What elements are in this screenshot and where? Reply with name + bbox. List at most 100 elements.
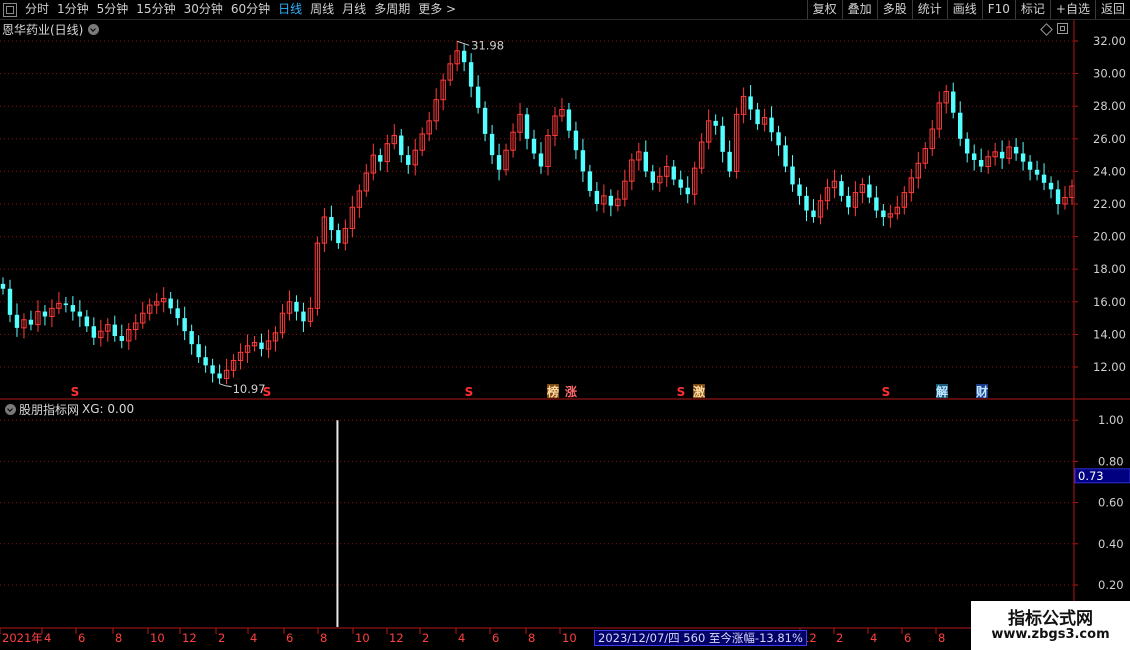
event-marker: 涨 [565, 384, 577, 399]
date-tick-label: 8 [938, 631, 945, 645]
candle-body [182, 318, 187, 332]
date-tick-label: 6 [78, 631, 85, 645]
candle-body [587, 171, 593, 191]
candle-body [650, 171, 655, 183]
candle-body [608, 195, 614, 206]
event-marker: 解 [936, 384, 948, 399]
candle-body [776, 132, 781, 146]
candle-body [748, 96, 753, 110]
candle-body [28, 319, 34, 325]
candle-body [1048, 182, 1054, 190]
date-tick-label: 8 [528, 631, 535, 645]
price-tick-label: 16.00 [1093, 295, 1126, 309]
candle-body [210, 365, 215, 374]
candle-body [573, 130, 579, 151]
candle-body [1020, 153, 1026, 162]
candle-body [196, 344, 201, 358]
candle-body [971, 153, 977, 160]
cursor-value: 0.73 [1078, 469, 1104, 483]
event-marker: S [263, 385, 272, 399]
candle-body [91, 326, 97, 338]
low-label: 10.97 [233, 382, 266, 396]
candle-body [482, 107, 488, 134]
price-tick-label: 28.00 [1093, 99, 1126, 113]
date-tick-label: 4 [458, 631, 465, 645]
date-tick-label: 2 [422, 631, 429, 645]
kline-chart[interactable]: 31.9810.97 SSS榜涨S激S解财 32.0030.0028.0026.… [0, 0, 1130, 650]
candle-body [112, 324, 117, 337]
candle-body [399, 135, 404, 156]
date-tick-label: 12 [182, 631, 197, 645]
date-tick-label: 6 [904, 631, 911, 645]
candle-body [175, 308, 180, 319]
date-tick-label: 6 [286, 631, 293, 645]
candle-body [489, 133, 495, 156]
candle-body [964, 138, 970, 154]
candle-body [468, 62, 474, 87]
candle-body [1034, 169, 1040, 175]
candle-body [203, 357, 208, 366]
candle-body [42, 311, 48, 317]
candle-body [727, 151, 732, 172]
event-marker: 榜 [547, 384, 559, 399]
candle-body [168, 298, 173, 309]
event-marker: S [882, 385, 891, 399]
candle-body [769, 117, 774, 133]
date-tick-label: 10 [562, 631, 577, 645]
date-tick-label: 4 [870, 631, 877, 645]
event-marker: 激 [693, 384, 705, 399]
candle-body [461, 50, 467, 63]
date-tick-label: 8 [320, 631, 327, 645]
date-tick-label: 6 [492, 631, 499, 645]
candle-body [685, 187, 690, 195]
candle-body [294, 301, 299, 312]
indicator-tick-label: 0.20 [1098, 578, 1124, 592]
candle-body [63, 303, 69, 306]
candle-body [839, 181, 844, 196]
candle-body [881, 210, 886, 218]
price-tick-label: 18.00 [1093, 262, 1126, 276]
candle-body [189, 331, 194, 345]
candle-body [70, 305, 76, 312]
candle-body [119, 336, 124, 341]
date-tick-label: 10 [150, 631, 165, 645]
price-tick-label: 26.00 [1093, 132, 1126, 146]
candle-body [538, 153, 544, 167]
candle-body [217, 373, 222, 379]
candle-body [77, 311, 83, 317]
candle-body [259, 342, 264, 350]
candle-body [811, 210, 816, 218]
candle-body [301, 311, 306, 322]
candle-body [406, 155, 411, 165]
candle-body [475, 86, 481, 108]
candle-body [720, 125, 725, 152]
candle-body [0, 283, 6, 289]
watermark: 指标公式网 www.zbgs3.com [971, 601, 1130, 650]
event-marker: S [465, 385, 474, 399]
status-info: 2023/12/07/四 560 至今涨幅-13.81% [594, 630, 807, 646]
candle-body [755, 109, 760, 125]
candle-body [1041, 174, 1047, 183]
candle-body [999, 151, 1005, 159]
event-marker: S [71, 385, 80, 399]
candle-body [378, 155, 383, 162]
price-tick-label: 30.00 [1093, 67, 1126, 81]
indicator-value: XG: 0.00 [82, 402, 135, 416]
indicator-title-row: 股朋指标网 XG: 0.00 [0, 401, 134, 417]
candle-body [804, 195, 809, 211]
date-tick-label: 2 [836, 631, 843, 645]
indicator-dropdown-icon[interactable] [5, 403, 16, 415]
watermark-url: www.zbgs3.com [991, 627, 1110, 642]
indicator-tick-label: 1.00 [1098, 413, 1124, 427]
candle-body [713, 120, 718, 126]
candle-body [14, 314, 20, 328]
candle-body [978, 159, 984, 167]
candle-body [329, 217, 334, 231]
candle-body [846, 195, 851, 208]
candle-body [7, 288, 13, 315]
high-label: 31.98 [471, 38, 504, 52]
candle-body [643, 151, 648, 172]
date-tick-label: 12 [389, 631, 404, 645]
date-tick-label: 4 [44, 631, 51, 645]
candle-body [84, 316, 90, 327]
